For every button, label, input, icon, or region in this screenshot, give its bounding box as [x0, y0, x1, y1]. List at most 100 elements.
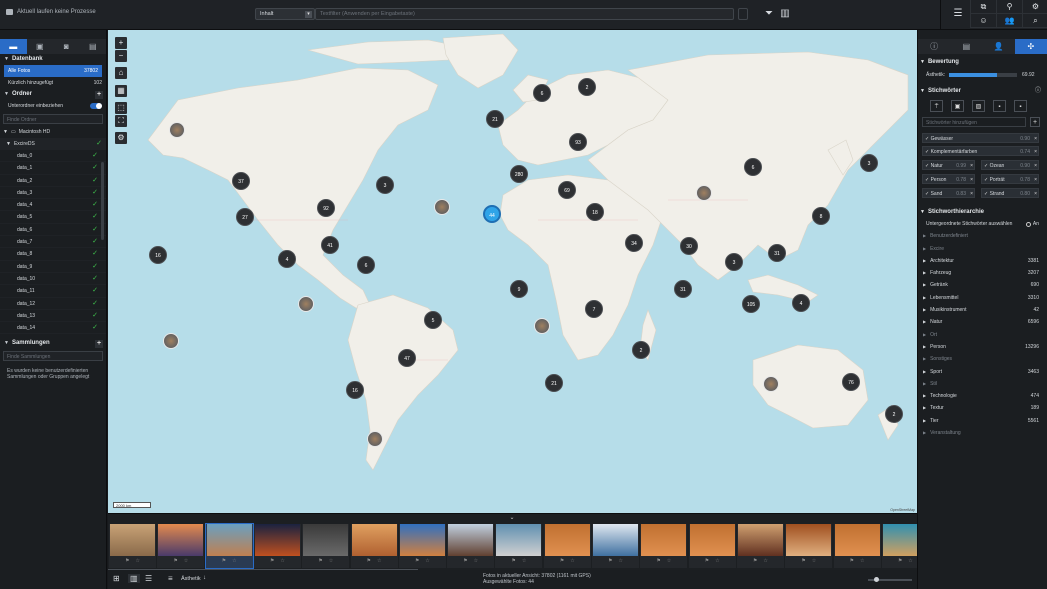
filmstrip-thumbnail[interactable]: ⚑ ☆	[688, 524, 736, 568]
photo-pin[interactable]	[434, 199, 450, 215]
keyword-add-input[interactable]: Stichwörter hinzufügen	[922, 117, 1026, 127]
folder-row[interactable]: data_12 ✓	[0, 298, 106, 310]
keyword-tag[interactable]: ✓ Ozean 0.90 ×	[981, 160, 1039, 170]
collapse-chevron-icon[interactable]: ⌄	[504, 514, 520, 522]
photo-pin[interactable]	[763, 376, 779, 392]
folder-row[interactable]: data_0 ✓	[0, 150, 106, 163]
map-attribution[interactable]: OpenStreetMap	[890, 508, 915, 512]
photo-cluster[interactable]: 7	[585, 300, 603, 318]
filmstrip-thumbnail[interactable]: ⚑ ☆	[204, 523, 254, 569]
root-folder-row[interactable]: ▼ ExcireDS ✓	[0, 138, 106, 150]
hierarchy-row[interactable]: ▶ Sonstiges	[918, 353, 1047, 365]
photo-cluster[interactable]: 6	[357, 256, 375, 274]
photo-cluster[interactable]: 30	[680, 237, 698, 255]
hierarchy-row[interactable]: ▶ Natur 6596	[918, 316, 1047, 328]
hierarchy-row[interactable]: ▶ Architektur 3381	[918, 255, 1047, 267]
flag-icon[interactable]: ⚑	[850, 558, 854, 566]
rating-icon[interactable]: ☆	[860, 558, 864, 566]
photo-cluster[interactable]: 27	[236, 208, 254, 226]
expand-triangle-icon[interactable]: ▶	[923, 344, 926, 349]
expand-triangle-icon[interactable]: ▶	[923, 369, 926, 374]
person-tab-icon[interactable]: 👤	[983, 39, 1015, 54]
metadata-tab-icon[interactable]: ▤	[950, 39, 982, 54]
expand-triangle-icon[interactable]: ▶	[923, 319, 926, 324]
expand-triangle-icon[interactable]: ▶	[923, 307, 926, 312]
flag-icon[interactable]: ⚑	[898, 558, 902, 566]
hierarchy-row[interactable]: ▶ Fahrzeug 3207	[918, 267, 1047, 279]
flag-icon[interactable]: ⚑	[367, 558, 371, 566]
photo-cluster[interactable]: 5	[424, 311, 442, 329]
sort-label[interactable]: Ästhetik	[181, 576, 201, 582]
rating-icon[interactable]: ☆	[522, 558, 526, 566]
photo-cluster[interactable]: 31	[768, 244, 786, 262]
folder-row[interactable]: data_2 ✓	[0, 175, 106, 187]
photo-cluster[interactable]: 47	[398, 349, 416, 367]
photo-cluster[interactable]: 4	[792, 294, 810, 312]
database-row[interactable]: Alle Fotos 37802	[4, 65, 102, 77]
photo-pin[interactable]	[169, 122, 185, 138]
filmstrip-thumbnail[interactable]: ⚑ ☆	[398, 524, 446, 568]
photo-cluster[interactable]: 6	[744, 158, 762, 176]
rating-section[interactable]: ▼ Bewertung	[918, 57, 1047, 68]
flag-icon[interactable]: ⚑	[125, 558, 129, 566]
filmstrip-thumbnail[interactable]: ⚑ ☆	[736, 524, 784, 568]
folder-row[interactable]: data_1 ✓	[0, 162, 106, 175]
flag-icon[interactable]: ⚑	[511, 558, 515, 566]
filmstrip-thumbnail[interactable]: ⚑ ☆	[109, 524, 156, 568]
zoom-out-button[interactable]: −	[115, 50, 127, 62]
map-layer-icon[interactable]: ▦	[115, 85, 127, 97]
rating-icon[interactable]: ☆	[474, 558, 478, 566]
flag-icon[interactable]: ⚑	[463, 558, 467, 566]
hierarchy-row[interactable]: ▶ Getränk 690	[918, 279, 1047, 291]
filmstrip-thumbnail[interactable]: ⚑ ☆	[640, 524, 688, 568]
expand-triangle-icon[interactable]: ▶	[923, 405, 926, 410]
remove-keyword-icon[interactable]: ×	[970, 175, 973, 185]
database-section[interactable]: ▼ Datenbank	[0, 54, 106, 65]
folders-section[interactable]: ▼ Ordner +	[0, 89, 106, 100]
select-keyword-icon[interactable]: ▣	[951, 100, 964, 112]
keyword-tag[interactable]: ✓ Gewässer 0.90 ×	[922, 133, 1039, 143]
collection-tab-icon[interactable]: ▤	[80, 39, 107, 54]
photo-cluster[interactable]: 105	[742, 295, 760, 313]
rating-icon[interactable]: ☆	[136, 558, 140, 566]
rating-icon[interactable]: ☆	[232, 558, 236, 566]
remove-keyword-icon[interactable]: ×	[1034, 134, 1037, 144]
rating-icon[interactable]: ☆	[763, 558, 767, 566]
remove-keyword-icon[interactable]: ×	[970, 161, 973, 171]
expand-triangle-icon[interactable]: ▶	[923, 356, 926, 361]
drive-row[interactable]: ▼ ▭ Macintosh HD	[0, 126, 106, 138]
photo-cluster[interactable]: 3	[860, 154, 878, 172]
keyword-tag[interactable]: ✓ Porträt 0.78 ×	[981, 174, 1039, 184]
filmstrip-thumbnail[interactable]: ⚑ ☆	[785, 524, 833, 568]
flag-icon[interactable]: ⚑	[270, 558, 274, 566]
filmstrip-thumbnail[interactable]: ⚑ ☆	[157, 524, 205, 568]
clear-filter-button[interactable]	[738, 8, 748, 20]
photo-cluster[interactable]: 69	[558, 181, 576, 199]
fit-bounds-icon[interactable]: ⛶	[115, 115, 127, 127]
photo-cluster[interactable]: 2	[885, 405, 903, 423]
folder-tab-icon[interactable]: ▬	[0, 39, 27, 54]
hierarchy-row[interactable]: ▶ Textur 189	[918, 402, 1047, 414]
rating-icon[interactable]: ☆	[184, 558, 188, 566]
rating-icon[interactable]: ☆	[812, 558, 816, 566]
hierarchy-row[interactable]: ▶ Tier 5561	[918, 415, 1047, 427]
compare-view-icon[interactable]: ☰	[145, 574, 152, 583]
rating-icon[interactable]: ☆	[715, 558, 719, 566]
keyword-tag[interactable]: ✓ Strand 0.80 ×	[981, 188, 1039, 198]
folder-row[interactable]: data_6 ✓	[0, 224, 106, 237]
subfolders-toggle[interactable]	[90, 103, 102, 109]
photo-cluster[interactable]: 92	[317, 199, 335, 217]
expand-triangle-icon[interactable]: ▶	[923, 332, 926, 337]
photo-pin[interactable]	[298, 296, 314, 312]
sort-direction-icon[interactable]: ↓	[203, 575, 206, 581]
folder-row[interactable]: data_13 ✓	[0, 310, 106, 323]
hierarchy-row[interactable]: ▶ Sport 3463	[918, 366, 1047, 378]
photo-cluster[interactable]: 280	[510, 165, 528, 183]
photo-cluster[interactable]: 21	[545, 374, 563, 392]
photo-cluster[interactable]: 44	[483, 205, 501, 223]
photo-cluster[interactable]: 93	[569, 133, 587, 151]
expand-triangle-icon[interactable]: ▶	[923, 233, 926, 238]
keyword-tag[interactable]: ✓ Komplementärfarben 0.74 ×	[922, 146, 1039, 156]
folder-row[interactable]: data_11 ✓	[0, 285, 106, 298]
export-keyword-icon[interactable]: ▪	[993, 100, 1006, 112]
